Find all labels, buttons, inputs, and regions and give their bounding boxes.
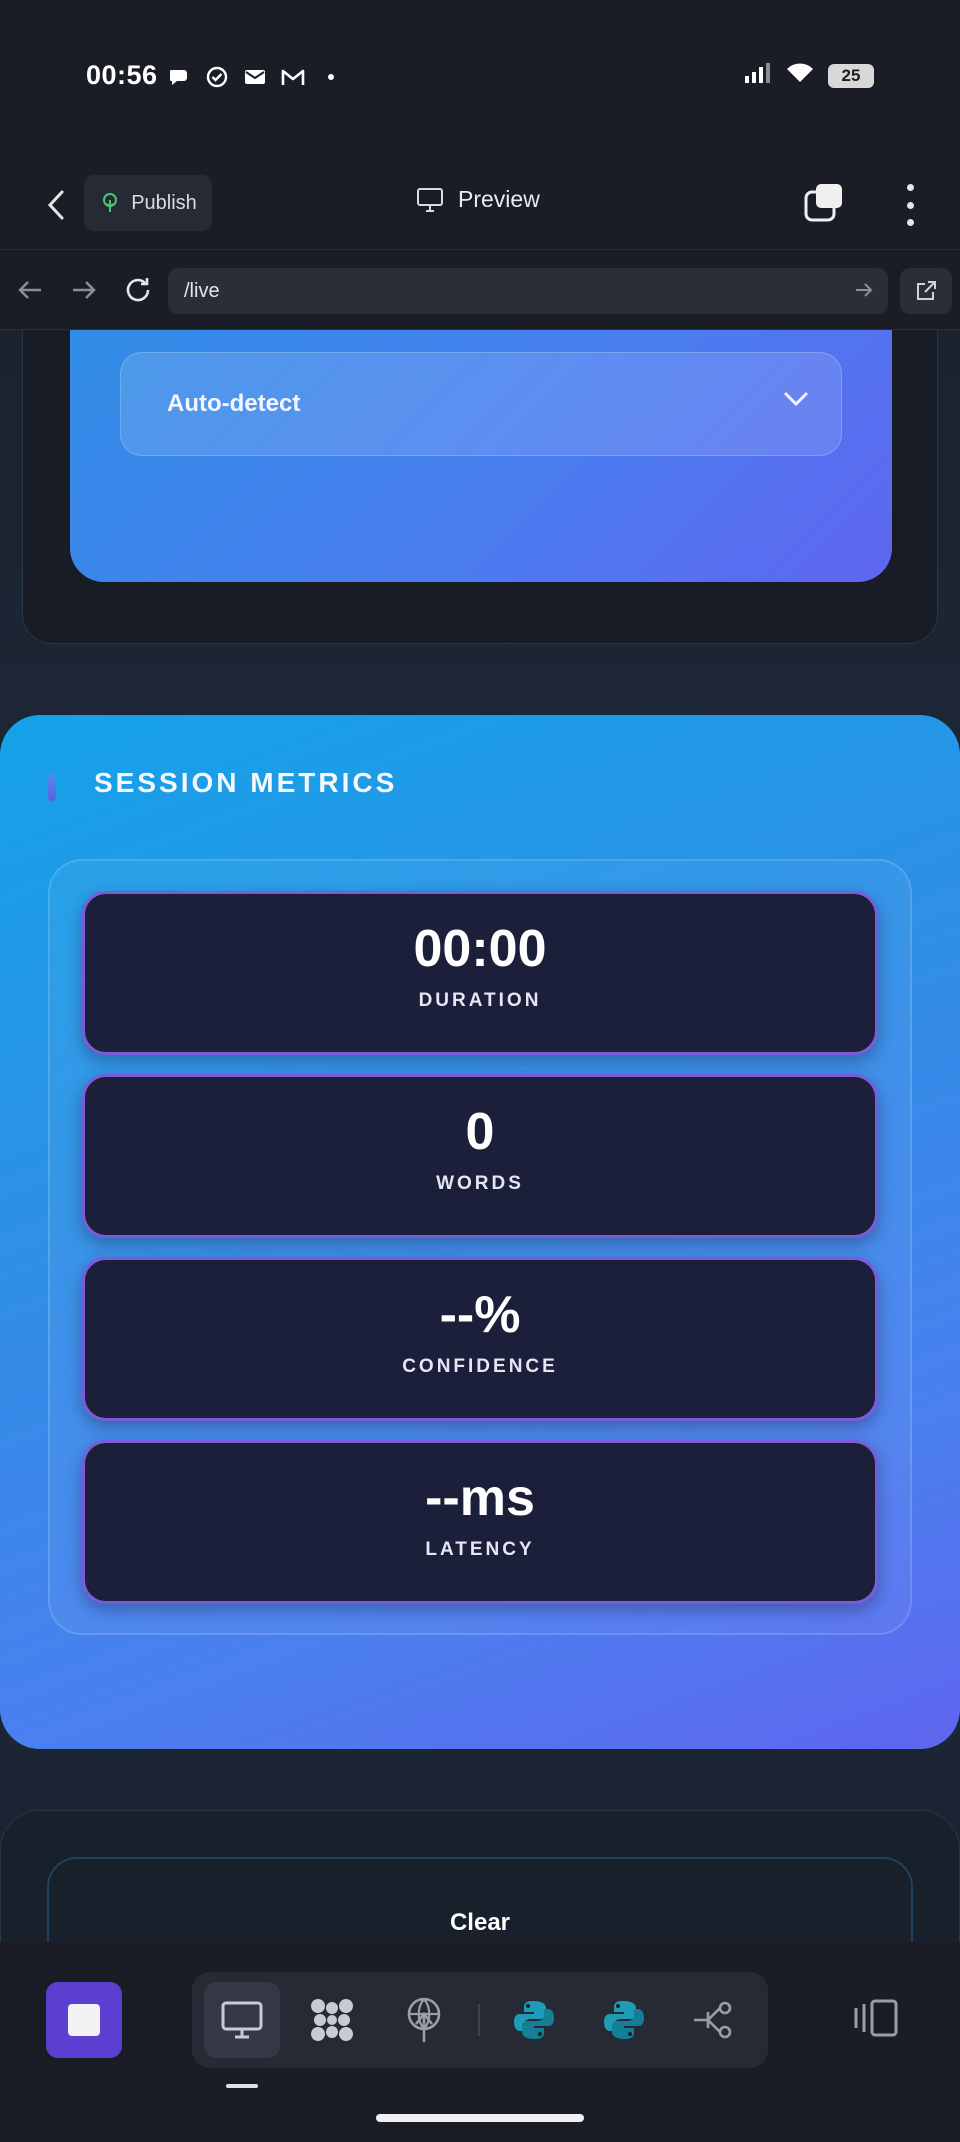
chevron-down-icon [783, 391, 809, 407]
metric-label: CONFIDENCE [402, 1356, 558, 1377]
active-tool-indicator [226, 2084, 258, 2088]
reload-icon [126, 278, 150, 302]
chat-bubble-icon [166, 64, 192, 90]
page-content: Auto-detect SESSION METRICS 00:00 DURATI… [0, 330, 960, 1942]
tool-broadcast[interactable] [386, 1982, 462, 2058]
side-panel-icon [854, 1999, 898, 2037]
language-panel: Auto-detect [70, 330, 892, 582]
grid-icon [311, 1999, 353, 2041]
tool-group [192, 1972, 768, 2068]
gmail-icon [280, 64, 306, 90]
language-select-value: Auto-detect [167, 390, 301, 417]
check-circle-icon [204, 64, 230, 90]
side-panel-button[interactable] [848, 1990, 904, 2046]
preview-label: Preview [458, 186, 540, 212]
arrow-left-icon [18, 281, 41, 299]
home-indicator[interactable] [376, 2114, 584, 2122]
more-dot-icon [906, 184, 914, 191]
status-bar: 00:56 25 [0, 0, 960, 160]
publish-tree-icon [103, 193, 118, 212]
url-field[interactable]: /live [168, 268, 888, 314]
publish-label: Publish [131, 191, 197, 214]
browser-bar: /live [0, 250, 960, 330]
more-options-button[interactable] [900, 184, 920, 226]
connection-icon [694, 2001, 732, 2039]
stop-icon [68, 2004, 100, 2036]
more-dot-icon [906, 219, 914, 226]
tool-monitor[interactable] [204, 1982, 280, 2058]
metrics-panel: 00:00 DURATION 0 WORDS --% CONFIDENCE --… [48, 859, 912, 1635]
tool-python-1[interactable] [496, 1982, 572, 2058]
clear-button[interactable]: Clear [49, 1909, 911, 1937]
tool-connection[interactable] [676, 1982, 752, 2058]
more-dot-icon [906, 201, 914, 209]
tabs-icon [804, 184, 842, 222]
metric-label: DURATION [418, 990, 542, 1011]
metric-words: 0 WORDS [82, 1074, 878, 1238]
url-path: /live [184, 279, 220, 302]
system-icons: 25 [744, 62, 874, 89]
external-link-icon [917, 281, 936, 300]
wifi-icon [786, 62, 814, 89]
metric-latency: --ms LATENCY [82, 1440, 878, 1604]
metric-value: 0 [465, 1103, 495, 1161]
arrow-right-icon [73, 281, 96, 299]
app-header: Publish Preview [0, 160, 960, 250]
tool-python-2[interactable] [586, 1982, 662, 2058]
dot-icon [318, 64, 344, 90]
toolbar-divider [478, 2004, 480, 2036]
controls-panel: Clear [47, 1857, 913, 1942]
python-icon [514, 2001, 554, 2039]
metric-value: --% [439, 1286, 521, 1344]
bottom-toolbar [0, 1942, 960, 2142]
session-metrics-card: SESSION METRICS 00:00 DURATION 0 WORDS -… [0, 715, 960, 1749]
metric-value: --ms [425, 1469, 535, 1527]
metrics-title: SESSION METRICS [94, 767, 398, 798]
python-icon [604, 2001, 644, 2039]
metric-value: 00:00 [413, 920, 547, 978]
signal-icon [744, 62, 772, 89]
title-accent-bar [48, 773, 56, 801]
publish-button[interactable]: Publish [84, 175, 212, 231]
nav-forward-button[interactable] [66, 272, 102, 308]
tool-grid[interactable] [294, 1982, 370, 2058]
back-button[interactable] [36, 182, 76, 228]
stop-button[interactable] [46, 1982, 122, 2058]
reload-button[interactable] [120, 272, 156, 308]
metric-duration: 00:00 DURATION [82, 891, 878, 1055]
notification-icons [166, 64, 344, 90]
go-arrow-icon[interactable] [854, 280, 874, 306]
open-external-button[interactable] [900, 268, 952, 314]
battery-icon: 25 [828, 63, 874, 88]
chevron-left-icon [47, 190, 64, 220]
mail-icon [242, 64, 268, 90]
controls-card: Clear [0, 1810, 960, 1942]
broadcast-icon [407, 1997, 441, 2042]
status-time: 00:56 [86, 60, 158, 90]
nav-back-button[interactable] [12, 272, 48, 308]
language-select[interactable]: Auto-detect [120, 352, 842, 456]
metric-label: WORDS [436, 1173, 524, 1194]
metric-label: LATENCY [425, 1539, 535, 1560]
preview-title: Preview [416, 186, 540, 213]
tabs-button[interactable] [802, 182, 846, 226]
monitor-icon [221, 2001, 263, 2039]
metric-confidence: --% CONFIDENCE [82, 1257, 878, 1421]
monitor-icon [417, 187, 443, 212]
